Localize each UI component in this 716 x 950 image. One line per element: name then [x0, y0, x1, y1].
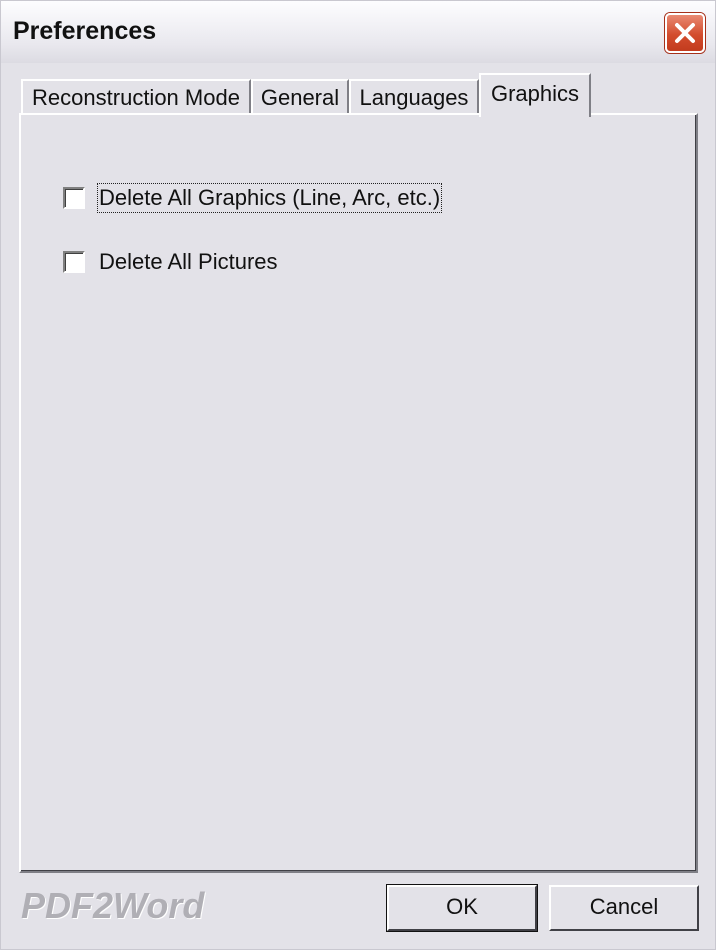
delete-all-graphics-option[interactable]: Delete All Graphics (Line, Arc, etc.) [63, 183, 443, 213]
close-button[interactable] [665, 13, 705, 53]
tab-label: Graphics [490, 81, 580, 106]
tab-label: Reconstruction Mode [32, 85, 240, 110]
ok-button[interactable]: OK [387, 885, 537, 931]
delete-all-pictures-label[interactable]: Delete All Pictures [99, 249, 278, 275]
cancel-button[interactable]: Cancel [549, 885, 699, 931]
delete-all-pictures-option[interactable]: Delete All Pictures [63, 247, 278, 277]
window-title: Preferences [13, 17, 157, 45]
tab-languages[interactable]: Languages [349, 79, 479, 115]
pdf2word-logo: PDF2Word [21, 885, 205, 926]
title-bar[interactable]: Preferences [1, 1, 715, 63]
tab-general[interactable]: General [251, 79, 349, 115]
tab-reconstruction-mode[interactable]: Reconstruction Mode [21, 79, 251, 115]
tab-label: Languages [359, 85, 469, 110]
delete-all-pictures-checkbox[interactable] [63, 251, 85, 273]
tab-graphics[interactable]: Graphics [479, 73, 591, 117]
delete-all-graphics-label[interactable]: Delete All Graphics (Line, Arc, etc.) [96, 183, 443, 213]
tab-label: General [260, 85, 340, 110]
delete-all-graphics-checkbox[interactable] [63, 187, 85, 209]
graphics-tab-panel: Delete All Graphics (Line, Arc, etc.) De… [19, 113, 698, 873]
preferences-dialog: Preferences Reconstruction Mode General … [0, 0, 716, 950]
